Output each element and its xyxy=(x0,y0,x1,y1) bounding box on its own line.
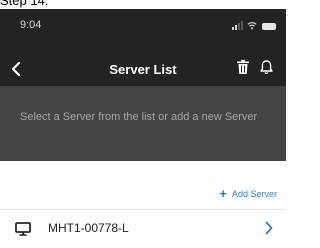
bell-icon[interactable] xyxy=(259,59,274,75)
app-header: 9:04 Server List xyxy=(0,9,286,86)
status-time: 9:04 xyxy=(20,19,42,31)
step-caption-text: Step 14: xyxy=(0,0,49,8)
server-name: MHT1-00778-L xyxy=(48,221,129,235)
banner-text: Select a Server from the list or add a n… xyxy=(20,111,258,123)
plus-icon: + xyxy=(219,186,227,201)
monitor-icon xyxy=(15,222,31,236)
chevron-right-icon[interactable] xyxy=(264,220,274,236)
status-icons xyxy=(232,20,276,30)
instruction-banner: Select a Server from the list or add a n… xyxy=(0,86,286,161)
add-server-button[interactable]: + Add Server xyxy=(219,187,277,201)
battery-icon xyxy=(262,23,276,30)
add-server-label: Add Server xyxy=(231,189,277,199)
wifi-icon xyxy=(247,22,257,30)
server-list-item[interactable]: MHT1-00778-L xyxy=(0,210,286,248)
signal-icon xyxy=(232,21,243,30)
phone-screen: 9:04 Server List Select a Server from th… xyxy=(0,9,286,248)
trash-icon[interactable] xyxy=(236,59,250,75)
